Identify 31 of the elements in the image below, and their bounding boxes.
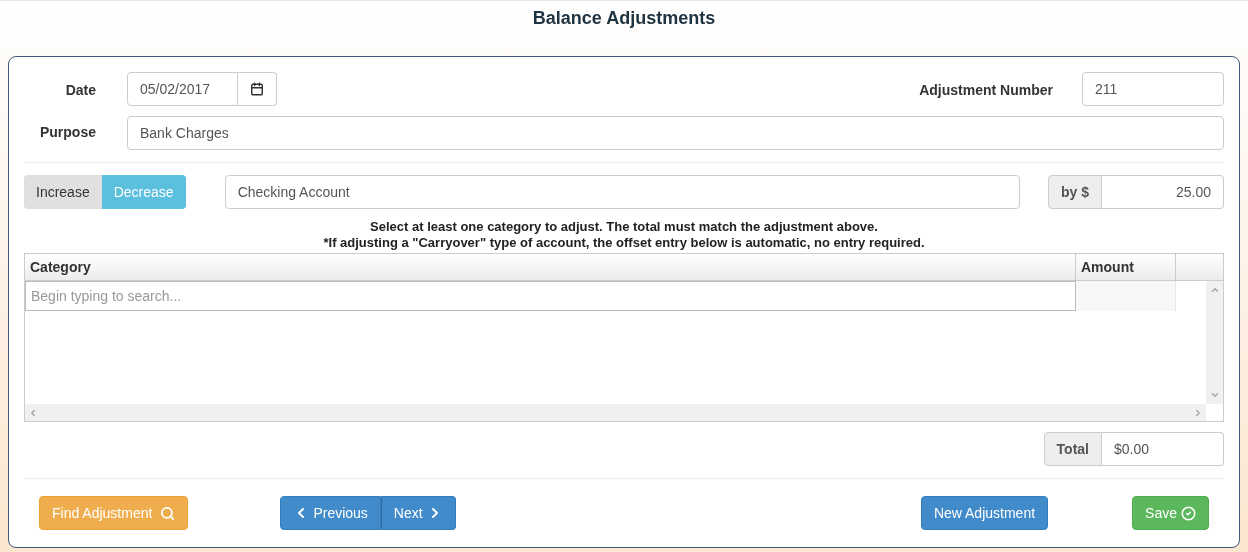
scroll-down-icon	[1209, 390, 1220, 400]
calendar-icon	[250, 82, 264, 96]
account-field[interactable]: Checking Account	[224, 175, 1020, 209]
check-circle-icon	[1181, 505, 1196, 521]
column-header: Amount	[1076, 254, 1176, 280]
next-button[interactable]: Next	[380, 496, 456, 530]
adjustment-number-field[interactable]: 211	[1082, 72, 1224, 106]
scroll-left-icon	[28, 407, 38, 418]
new-button[interactable]: New Adjustment	[920, 496, 1049, 530]
scroll-up-icon	[1209, 285, 1220, 295]
date-field[interactable]: 05/02/2017	[127, 72, 238, 106]
instruction-text: Select at least one category to adjust. The total must match the adjustment above.	[370, 219, 878, 235]
purpose-field[interactable]: Bank Charges	[127, 116, 1224, 150]
scroll-right-icon	[1193, 407, 1203, 418]
direction-toggle[interactable]: Increase	[24, 175, 102, 209]
field-label: Date	[64, 81, 96, 100]
calendar-button[interactable]	[238, 72, 277, 106]
category-search-field[interactable]: Begin typing to search...	[25, 281, 1076, 311]
amount-prefix: by $	[1048, 175, 1102, 209]
field-label: Adjustment Number	[919, 81, 1053, 100]
instruction-text: *If adjusting a "Carryover" type of account, the offset entry below is automatic, no entry required.	[323, 235, 925, 251]
horizontal-scrollbar[interactable]	[25, 404, 1206, 421]
page-title: Balance Adjustments	[531, 7, 717, 30]
total-field[interactable]: $0.00	[1102, 432, 1224, 466]
amount-field[interactable]: 25.00	[1102, 175, 1224, 209]
vertical-scrollbar[interactable]	[1206, 281, 1223, 404]
total-label: Total	[1043, 432, 1102, 466]
field-label: Purpose	[39, 123, 96, 142]
search-icon	[160, 505, 176, 521]
column-header: Category	[25, 254, 1076, 280]
previous-button[interactable]: Previous	[280, 496, 381, 530]
